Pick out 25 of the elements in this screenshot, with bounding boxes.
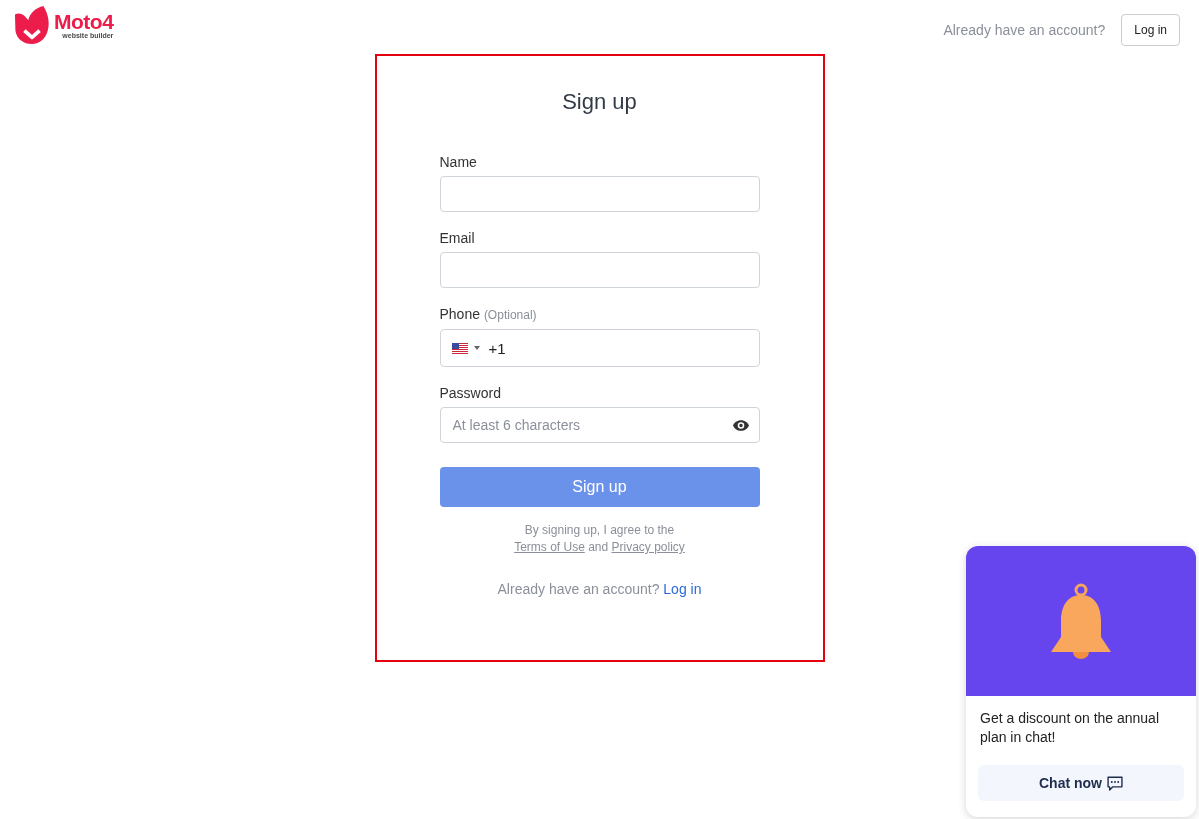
login-link[interactable]: Log in [663,581,702,597]
name-field[interactable] [439,176,760,212]
field-label: Phone [439,306,480,322]
login-button[interactable]: Log in [1121,14,1180,46]
caret-icon [473,346,480,350]
password-field[interactable]: At least 6 characters [439,407,760,443]
terms-notice: By signing up, I agree to the Terms of Use and Privacy policy [513,522,686,556]
brand-name: Moto4 [54,10,114,32]
logo-icon [14,6,50,44]
field-label: Email [439,230,475,246]
phone-field[interactable]: +1 [439,329,760,367]
field-label: Name [439,154,477,170]
flag-icon [451,342,468,354]
field-label: Password [439,385,501,401]
form-title: Sign up [561,89,638,115]
promo-message: Get a discount on the annual plan in chat! [980,709,1161,747]
optional-hint: (Optional) [483,308,537,322]
chat-now-button[interactable]: Chat now [978,765,1184,801]
chat-icon [1107,775,1123,791]
policy-link[interactable]: Privacy policy [611,540,685,554]
account-prompt: Already have an account? [943,20,1106,40]
login-prompt: Already have an account? Log in [496,580,703,599]
eye-icon [732,419,749,431]
email-field[interactable] [439,252,760,288]
policy-link[interactable]: Terms of Use [514,540,585,554]
